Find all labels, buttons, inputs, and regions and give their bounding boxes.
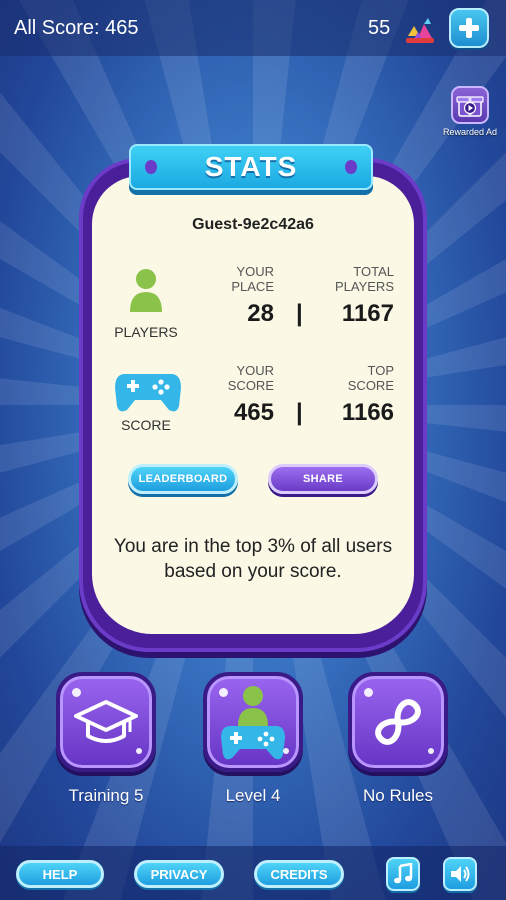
gem-pile-icon — [404, 14, 436, 44]
top-score-label: TOP SCORE — [314, 363, 394, 393]
total-players-label-line2: PLAYERS — [334, 279, 394, 294]
privacy-button[interactable]: PRIVACY — [134, 860, 224, 888]
music-icon — [394, 863, 413, 884]
top-score-label-line1: TOP — [367, 363, 395, 378]
all-score-label: All Score: 465 — [14, 17, 139, 39]
level-mode-button[interactable] — [203, 672, 303, 772]
players-icon-label: PLAYERS — [114, 324, 178, 340]
graduation-cap-icon — [74, 700, 138, 743]
top-score-label-line2: SCORE — [347, 378, 394, 393]
leaderboard-button[interactable]: LEADERBOARD — [128, 464, 238, 494]
score-separator: | — [296, 399, 303, 426]
banner-rivet — [345, 160, 357, 174]
total-players-value: 1167 — [341, 300, 394, 327]
your-place-label-line1: YOUR — [236, 264, 274, 279]
your-score-value: 465 — [233, 399, 274, 426]
your-score-label: YOUR SCORE — [214, 363, 274, 393]
button-shine — [364, 688, 373, 697]
gamepad-icon — [113, 370, 183, 414]
your-score-label-line2: SCORE — [227, 378, 274, 393]
rewarded-ad-label: Rewarded Ad — [442, 127, 498, 137]
no-rules-mode-label: No Rules — [363, 786, 433, 805]
credits-button[interactable]: CREDITS — [254, 860, 344, 888]
gem-count: 55 — [368, 17, 391, 39]
infinity-icon — [375, 699, 421, 745]
your-place-label-line2: PLACE — [231, 279, 274, 294]
music-toggle-button[interactable] — [386, 857, 420, 891]
your-place-value: 28 — [247, 300, 274, 327]
rank-message: You are in the top 3% of all users based… — [113, 536, 393, 582]
button-shine — [72, 688, 81, 697]
score-icon-label: SCORE — [121, 417, 171, 433]
plus-icon — [459, 18, 479, 38]
username: Guest-9e2c42a6 — [192, 216, 314, 233]
button-shine — [136, 748, 142, 754]
help-button[interactable]: HELP — [16, 860, 104, 888]
button-shine — [428, 748, 434, 754]
players-separator: | — [296, 300, 303, 327]
gift-video-icon — [451, 86, 489, 124]
player-icon — [128, 268, 164, 314]
share-button[interactable]: SHARE — [268, 464, 378, 494]
top-score-value: 1166 — [341, 399, 394, 426]
total-players-label: TOTAL PLAYERS — [314, 264, 394, 294]
training-mode-label: Training 5 — [68, 786, 144, 805]
banner-rivet — [145, 160, 157, 174]
sound-toggle-button[interactable] — [443, 857, 477, 891]
button-shine — [283, 748, 289, 754]
stats-banner: STATS — [129, 144, 373, 190]
your-place-label: YOUR PLACE — [214, 264, 274, 294]
add-gems-button[interactable] — [449, 8, 489, 48]
total-players-label-line1: TOTAL — [353, 264, 394, 279]
training-mode-button[interactable] — [56, 672, 156, 772]
no-rules-mode-button[interactable] — [348, 672, 448, 772]
panel-title: STATS — [204, 151, 298, 182]
speaker-icon — [451, 866, 470, 882]
button-shine — [219, 688, 228, 697]
player-gamepad-icon — [221, 686, 285, 760]
level-mode-label: Level 4 — [225, 786, 281, 805]
rewarded-ad-button[interactable]: Rewarded Ad — [440, 86, 500, 137]
your-score-label-line1: YOUR — [236, 363, 274, 378]
